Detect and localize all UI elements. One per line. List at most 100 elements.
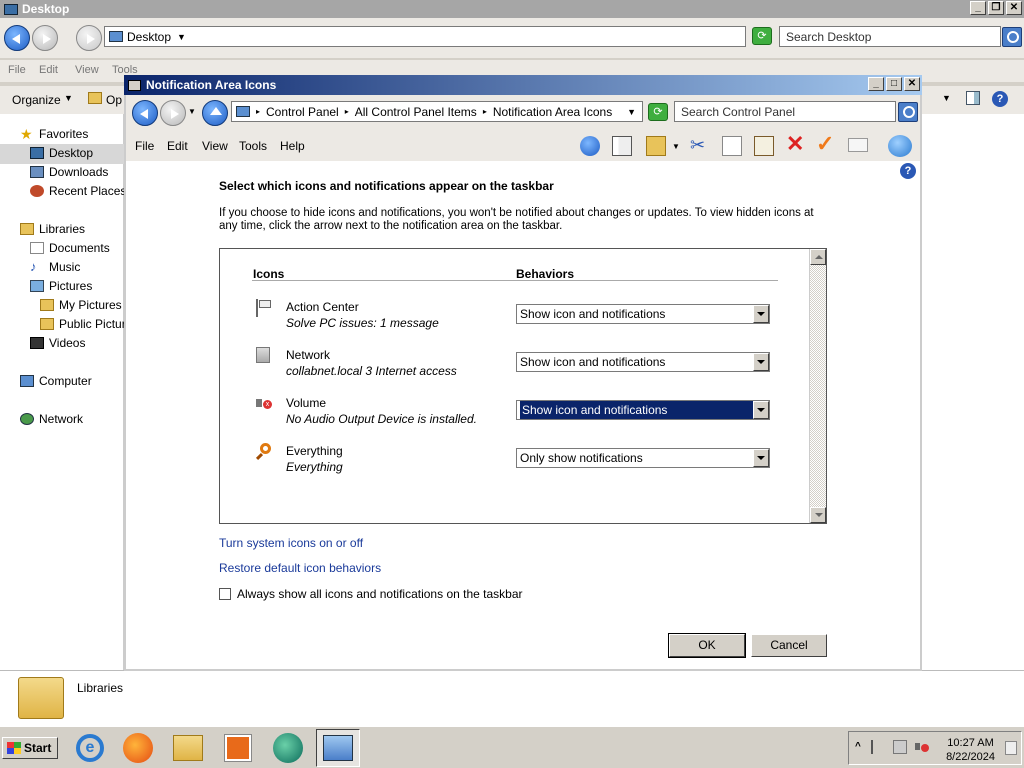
- search-input[interactable]: Search Control Panel: [674, 101, 896, 122]
- search-input[interactable]: Search Desktop: [779, 26, 1001, 47]
- folders-pane-icon[interactable]: [612, 136, 632, 156]
- chevron-down-icon[interactable]: ▼: [177, 32, 186, 42]
- system-clock[interactable]: 10:27 AM 8/22/2024: [946, 736, 995, 764]
- address-bar[interactable]: ▸ Control Panel ▸ All Control Panel Item…: [231, 101, 643, 122]
- sidebar-item-my-pictures[interactable]: My Pictures: [40, 298, 122, 312]
- search-icon[interactable]: [898, 102, 918, 122]
- notification-icons-list[interactable]: Icons Behaviors Action Center Solve PC i…: [219, 248, 827, 524]
- chevron-down-icon[interactable]: [753, 353, 769, 371]
- volume-muted-icon[interactable]: [915, 741, 929, 753]
- computer-icon: [4, 3, 18, 15]
- sidebar-item-pictures[interactable]: Pictures: [30, 279, 92, 293]
- chevron-right-icon[interactable]: ▸: [256, 107, 260, 116]
- sidebar-item-downloads[interactable]: Downloads: [30, 165, 108, 179]
- preview-pane-icon[interactable]: [966, 91, 980, 105]
- up-arrow-icon[interactable]: [580, 136, 600, 156]
- search-icon[interactable]: [1002, 27, 1022, 47]
- sidebar-item-documents[interactable]: Documents: [30, 241, 110, 255]
- cut-icon[interactable]: ✂: [690, 136, 710, 156]
- menu-file[interactable]: File: [8, 64, 26, 76]
- sidebar-item-desktop[interactable]: Desktop: [30, 146, 93, 160]
- always-show-all-checkbox[interactable]: [219, 588, 231, 600]
- behavior-dropdown[interactable]: Show icon and notifications: [516, 352, 770, 372]
- sidebar-item-libraries[interactable]: Libraries: [20, 222, 85, 236]
- explorer-icon[interactable]: [166, 729, 210, 767]
- menu-file[interactable]: File: [135, 139, 154, 153]
- menu-help[interactable]: Help: [280, 139, 305, 153]
- menu-tools[interactable]: Tools: [239, 139, 267, 153]
- behavior-dropdown[interactable]: Show icon and notifications: [516, 304, 770, 324]
- behavior-dropdown[interactable]: Only show notifications: [516, 448, 770, 468]
- control-panel-icon[interactable]: [316, 729, 360, 767]
- vertical-scrollbar[interactable]: [809, 249, 826, 523]
- breadcrumb-control-panel[interactable]: Control Panel: [266, 105, 339, 119]
- web-icon[interactable]: [888, 135, 912, 157]
- delete-icon[interactable]: ✕: [786, 133, 806, 155]
- sidebar-item-recent-places[interactable]: Recent Places: [30, 184, 126, 198]
- forward-button[interactable]: [160, 100, 186, 126]
- open-button[interactable]: Op: [106, 93, 122, 107]
- help-icon[interactable]: ?: [900, 163, 916, 179]
- internet-explorer-icon[interactable]: e: [68, 729, 112, 767]
- copy-icon[interactable]: [722, 136, 742, 156]
- start-button[interactable]: Start: [2, 737, 58, 759]
- back-button[interactable]: [4, 25, 30, 51]
- restore-default-behaviors-link[interactable]: Restore default icon behaviors: [219, 561, 381, 575]
- scroll-up-button[interactable]: [810, 249, 826, 265]
- chevron-down-icon[interactable]: ▼: [672, 142, 680, 151]
- chevron-down-icon[interactable]: ▼: [627, 107, 636, 117]
- dialog-title-bar[interactable]: Notification Area Icons _ □ ✕: [124, 75, 922, 95]
- sidebar-item-music[interactable]: ♪ Music: [30, 260, 80, 274]
- refresh-icon[interactable]: ⟳: [752, 27, 772, 45]
- sidebar-item-videos[interactable]: Videos: [30, 336, 85, 350]
- chevron-right-icon[interactable]: ▸: [345, 107, 349, 116]
- menu-view[interactable]: View: [202, 139, 228, 153]
- organize-button[interactable]: Organize: [12, 93, 61, 107]
- show-hidden-icons-chevron[interactable]: ^: [855, 741, 861, 752]
- recent-pages-chevron-icon[interactable]: ▼: [188, 107, 196, 116]
- minimize-button[interactable]: _: [868, 77, 884, 91]
- sidebar-item-favorites[interactable]: ★ Favorites: [20, 127, 88, 141]
- minimize-button[interactable]: _: [970, 1, 986, 15]
- close-button[interactable]: ✕: [904, 77, 920, 91]
- show-desktop-icon[interactable]: [1005, 741, 1017, 755]
- checkmark-icon[interactable]: ✓: [816, 133, 836, 155]
- sidebar-item-network[interactable]: Network: [20, 412, 83, 426]
- chevron-down-icon[interactable]: ▼: [942, 93, 951, 103]
- chevron-down-icon[interactable]: [753, 401, 769, 419]
- back-button[interactable]: [132, 100, 158, 126]
- up-button[interactable]: [76, 25, 102, 51]
- network-icon[interactable]: [893, 740, 907, 754]
- turn-system-icons-link[interactable]: Turn system icons on or off: [219, 536, 363, 550]
- chevron-down-icon[interactable]: [753, 449, 769, 467]
- forward-button[interactable]: [32, 25, 58, 51]
- address-bar[interactable]: Desktop ▼: [104, 26, 746, 47]
- sidebar-item-computer[interactable]: Computer: [20, 374, 92, 388]
- help-icon[interactable]: ?: [992, 91, 1008, 107]
- media-player-icon[interactable]: [216, 729, 260, 767]
- folder-options-icon[interactable]: [646, 136, 666, 156]
- refresh-icon[interactable]: ⟳: [648, 103, 668, 121]
- maximize-button[interactable]: □: [886, 77, 902, 91]
- menu-view[interactable]: View: [75, 64, 99, 76]
- green-app-icon[interactable]: [266, 729, 310, 767]
- breadcrumb-all-items[interactable]: All Control Panel Items: [355, 105, 477, 119]
- behavior-dropdown[interactable]: Show icon and notifications: [516, 400, 770, 420]
- scroll-down-button[interactable]: [810, 507, 826, 523]
- restore-button[interactable]: ❐: [988, 1, 1004, 15]
- paste-icon[interactable]: [754, 136, 774, 156]
- menu-edit[interactable]: Edit: [167, 139, 188, 153]
- menu-edit[interactable]: Edit: [39, 64, 58, 76]
- ok-button[interactable]: OK: [668, 633, 746, 658]
- flag-icon[interactable]: [871, 740, 885, 754]
- chevron-down-icon[interactable]: [753, 305, 769, 323]
- up-button[interactable]: [202, 100, 228, 126]
- cancel-button[interactable]: Cancel: [751, 634, 827, 657]
- properties-icon[interactable]: [848, 138, 868, 152]
- chevron-right-icon[interactable]: ▸: [483, 107, 487, 116]
- sidebar-item-public-pictures[interactable]: Public Picture: [40, 317, 132, 331]
- breadcrumb-notification-area-icons[interactable]: Notification Area Icons: [493, 105, 612, 119]
- firefox-icon[interactable]: [116, 729, 160, 767]
- close-button[interactable]: ✕: [1006, 1, 1022, 15]
- always-show-all-row[interactable]: Always show all icons and notifications …: [219, 587, 523, 601]
